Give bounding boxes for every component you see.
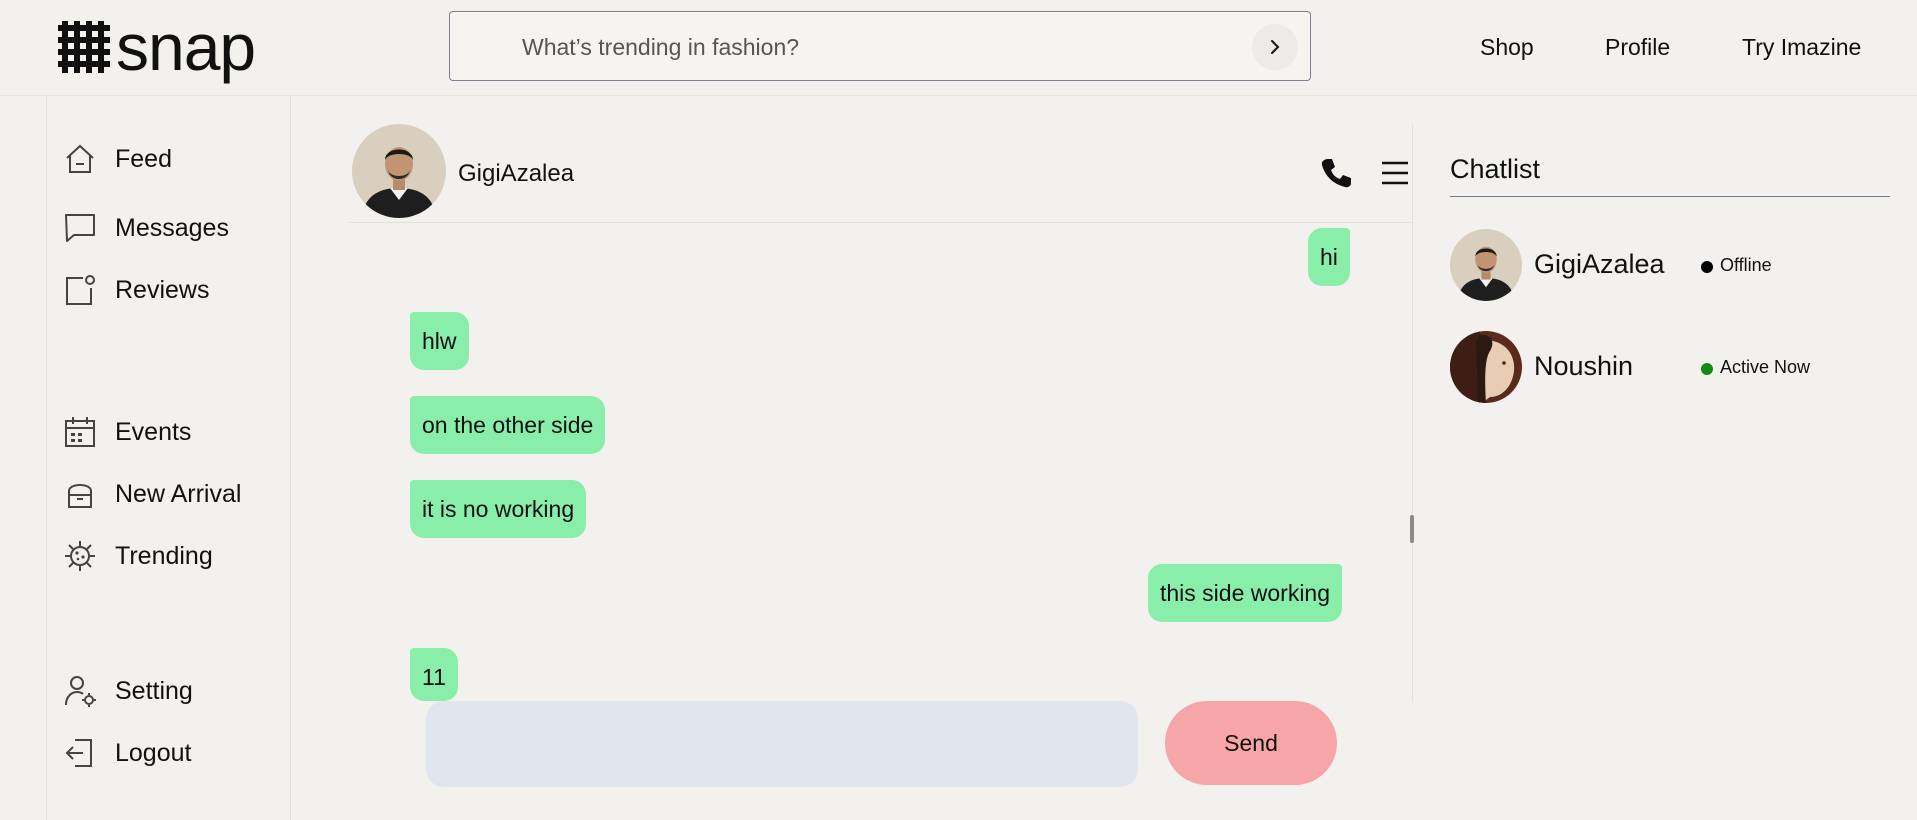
sidebar-item-logout[interactable]: Logout <box>63 736 191 770</box>
message-bubble-outgoing: hi <box>1308 228 1350 286</box>
contact-avatar[interactable] <box>352 124 446 218</box>
nav-try-imazine-link[interactable]: Try Imazine <box>1742 34 1861 61</box>
message-bubble-incoming: hlw <box>410 312 469 370</box>
sidebar-item-label: Reviews <box>115 275 210 304</box>
message-input[interactable] <box>426 701 1138 787</box>
contact-status: Active Now <box>1720 357 1811 377</box>
sidebar-item-new-arrival[interactable]: New Arrival <box>63 477 241 511</box>
message-bubble-outgoing: this side working <box>1148 564 1343 622</box>
menu-icon[interactable] <box>1380 158 1410 188</box>
man-avatar-icon <box>352 124 446 218</box>
sidebar-item-label: Logout <box>115 738 192 767</box>
sidebar-item-label: Feed <box>115 144 172 173</box>
sidebar-item-events[interactable]: Events <box>63 415 191 449</box>
phone-icon[interactable] <box>1319 156 1353 190</box>
man-avatar-icon <box>1450 229 1522 301</box>
sidebar-item-trending[interactable]: Trending <box>63 539 213 573</box>
user-settings-icon <box>65 676 96 707</box>
contact-avatar <box>1450 229 1522 301</box>
search-input[interactable] <box>520 30 1204 64</box>
chatlist-divider <box>1450 196 1890 197</box>
contact-status: Offline <box>1720 255 1772 275</box>
home-icon <box>66 144 94 173</box>
logo-mark-icon <box>58 21 110 73</box>
nav-profile-link[interactable]: Profile <box>1605 34 1670 61</box>
search-submit-button[interactable] <box>1252 24 1298 70</box>
sidebar-item-label: Trending <box>115 541 213 570</box>
trending-icon <box>65 541 95 571</box>
chat-panel-divider <box>1412 124 1413 702</box>
chevron-right-icon <box>1271 40 1280 54</box>
chat-scrollbar[interactable] <box>1410 515 1414 543</box>
calendar-icon <box>65 417 95 447</box>
sidebar-item-messages[interactable]: Messages <box>63 211 229 245</box>
store-icon <box>68 484 92 508</box>
top-bar: snap Shop Profile Try Imazine <box>0 0 1917 96</box>
sidebar-item-reviews[interactable]: Reviews <box>63 273 209 307</box>
search-bar <box>449 11 1311 81</box>
sidebar-item-feed[interactable]: Feed <box>63 142 172 176</box>
sidebar-item-label: Messages <box>115 213 229 242</box>
status-dot-icon <box>1701 261 1713 273</box>
sidebar-item-label: Setting <box>115 676 193 705</box>
sidebar-item-label: Events <box>115 417 192 446</box>
chatlist-title: Chatlist <box>1450 154 1541 184</box>
message-bubble-incoming: 11 <box>410 648 458 701</box>
sidebar: Feed Messages Reviews Events New Arrival <box>46 96 291 820</box>
brand-logo[interactable]: snap <box>58 10 256 84</box>
brand-name: snap <box>116 10 256 84</box>
message-bubble-incoming: it is no working <box>410 480 587 538</box>
chatlist-item[interactable]: Noushin Active Now <box>1450 331 1890 405</box>
review-icon <box>66 275 95 305</box>
chat-header: GigiAzalea <box>349 124 1412 223</box>
message-icon <box>65 214 95 242</box>
woman-avatar-icon <box>1450 331 1522 403</box>
logout-icon <box>65 739 92 767</box>
message-bubble-incoming: on the other side <box>410 396 606 454</box>
chat-contact-name: GigiAzalea <box>458 160 575 187</box>
sidebar-item-label: New Arrival <box>115 479 242 508</box>
nav-shop-link[interactable]: Shop <box>1480 34 1534 61</box>
sidebar-item-setting[interactable]: Setting <box>63 674 193 708</box>
contact-avatar <box>1450 331 1522 403</box>
contact-name: GigiAzalea <box>1534 249 1665 279</box>
contact-name: Noushin <box>1534 351 1634 381</box>
send-button[interactable]: Send <box>1165 701 1337 785</box>
status-dot-icon <box>1701 363 1713 375</box>
chatlist-item[interactable]: GigiAzalea Offline <box>1450 229 1890 303</box>
